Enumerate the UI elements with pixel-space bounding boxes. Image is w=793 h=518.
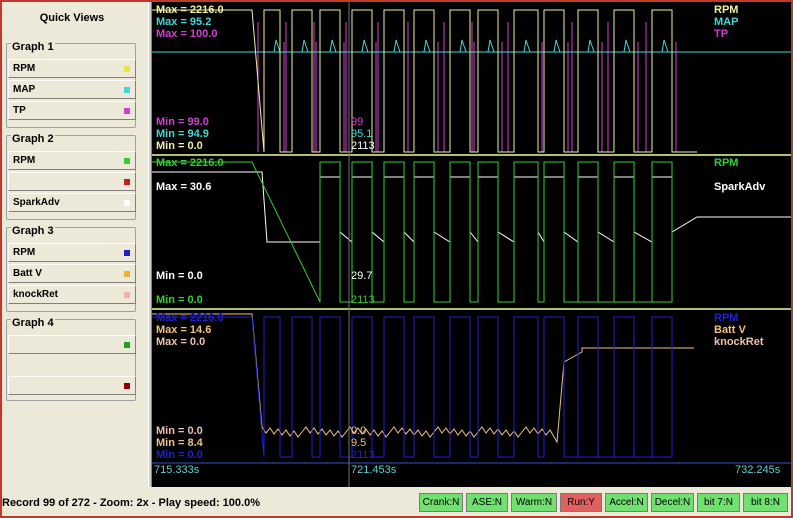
item-label: TP: [13, 105, 26, 116]
flag-decel: Decel:N: [651, 493, 694, 512]
item-label: knockRet: [13, 289, 59, 300]
graph-3-title: Graph 3: [11, 225, 55, 237]
time-end-label: 732.245s: [735, 464, 781, 476]
quick-views-panel: Quick Views Graph 1 RPM MAP TP Graph 2 R…: [2, 2, 148, 487]
color-swatch: [124, 271, 130, 277]
item-label: Batt V: [13, 268, 42, 279]
g1-cursor-value-tp: 99: [351, 116, 364, 128]
rpm-trace-g2: [152, 161, 673, 303]
color-swatch: [124, 179, 130, 185]
color-swatch: [124, 383, 130, 389]
flag-accel: Accel:N: [605, 493, 648, 512]
graph-2-rpm-item[interactable]: RPM: [8, 151, 136, 170]
g3-legend-battv: Batt V: [714, 324, 746, 336]
graph-1-map-item[interactable]: MAP: [8, 80, 136, 99]
g1-max-map: Max = 95.2: [156, 16, 212, 28]
graph-1-group: Graph 1 RPM MAP TP: [6, 41, 136, 128]
flag-crank: Crank:N: [419, 493, 463, 512]
graph-2-title: Graph 2: [11, 133, 55, 145]
graph-4-group: Graph 4: [6, 317, 136, 401]
tp-trace: [257, 22, 677, 152]
battv-trace: [152, 313, 694, 444]
record-status-text: Record 99 of 272 - Zoom: 2x - Play speed…: [2, 497, 260, 509]
g3-cursor-value-battv: 9.5: [351, 437, 367, 449]
rpm-trace-g3: [152, 316, 673, 458]
g1-min-1: Min = 99.0: [156, 116, 209, 128]
graph-1-rpm-item[interactable]: RPM: [8, 59, 136, 78]
g2-max-sparkadv: Max = 30.6: [156, 181, 212, 193]
datalog-graph-area[interactable]: Max = 2216.0 Max = 95.2 Max = 100.0 Min …: [152, 2, 791, 487]
quick-views-title: Quick Views: [39, 12, 105, 24]
status-bar: Record 99 of 272 - Zoom: 2x - Play speed…: [2, 487, 791, 516]
g3-min-3: Min = 0.0: [156, 449, 203, 461]
g1-max-rpm: Max = 2216.0: [156, 4, 224, 16]
time-cursor-label: 721.453s: [351, 464, 397, 476]
g3-legend-rpm: RPM: [714, 312, 739, 324]
g3-cursor-value-knockret: 0.0: [351, 425, 367, 437]
g3-cursor-value-rpm: 2113: [351, 449, 375, 461]
item-label: SparkAdv: [13, 197, 60, 208]
g3-max-knockret: Max = 0.0: [156, 336, 206, 348]
g3-min-1: Min = 0.0: [156, 425, 203, 437]
graph-4-title: Graph 4: [11, 317, 55, 329]
flag-ase: ASE:N: [466, 493, 508, 512]
g2-cursor-value-sparkadv: 29.7: [351, 270, 373, 282]
graph-2-sparkadv-item[interactable]: SparkAdv: [8, 193, 136, 212]
g3-max-battv: Max = 14.6: [156, 324, 212, 336]
g2-legend-sparkadv: SparkAdv: [714, 181, 766, 193]
color-swatch: [124, 292, 130, 298]
item-label: RPM: [13, 63, 36, 74]
flag-run: Run:Y: [560, 493, 602, 512]
g1-legend-map: MAP: [714, 16, 739, 28]
graph-4-empty-item-1[interactable]: [8, 335, 136, 354]
graph-1-tp-item[interactable]: TP: [8, 101, 136, 120]
graph-2-group: Graph 2 RPM SparkAdv: [6, 133, 136, 220]
g1-legend-rpm: RPM: [714, 4, 739, 16]
g1-cursor-value-map: 95.1: [351, 128, 373, 140]
color-swatch: [124, 200, 130, 206]
graph-3-rpm-item[interactable]: RPM: [8, 243, 136, 262]
g1-min-3: Min = 0.0: [156, 140, 203, 152]
rpm-trace-g1: [152, 9, 697, 153]
color-swatch: [124, 87, 130, 93]
g1-legend-tp: TP: [714, 28, 729, 40]
g2-cursor-value-rpm: 2113: [351, 294, 375, 306]
g1-min-2: Min = 94.9: [156, 128, 209, 140]
time-start-label: 715.333s: [154, 464, 200, 476]
flag-warm: Warm:N: [511, 493, 557, 512]
g3-legend-knockret: knockRet: [714, 336, 764, 348]
sparkadv-trace: [152, 171, 791, 244]
g2-min-1: Min = 0.0: [156, 270, 203, 282]
g1-cursor-value-rpm: 2113: [351, 140, 375, 152]
flag-bit8: bit 8:N: [743, 493, 788, 512]
color-swatch: [124, 66, 130, 72]
g2-min-2: Min = 0.0: [156, 294, 203, 306]
graph-traces: [152, 2, 791, 487]
graph-4-empty-item-2[interactable]: [8, 376, 136, 395]
flag-bit7: bit 7:N: [697, 493, 740, 512]
item-label: RPM: [13, 155, 36, 166]
g2-max-rpm: Max = 2216.0: [156, 157, 224, 169]
item-label: MAP: [13, 84, 36, 95]
color-swatch: [124, 250, 130, 256]
graph-1-title: Graph 1: [11, 41, 55, 53]
graph-3-group: Graph 3 RPM Batt V knockRet: [6, 225, 136, 312]
g3-max-rpm: Max = 2216.0: [156, 312, 224, 324]
color-swatch: [124, 108, 130, 114]
graph-3-battv-item[interactable]: Batt V: [8, 264, 136, 283]
item-label: RPM: [13, 247, 36, 258]
color-swatch: [124, 342, 130, 348]
g3-min-2: Min = 8.4: [156, 437, 203, 449]
graph-3-knockret-item[interactable]: knockRet: [8, 285, 136, 304]
g1-max-tp: Max = 100.0: [156, 28, 218, 40]
color-swatch: [124, 158, 130, 164]
graph-2-empty-item[interactable]: [8, 172, 136, 191]
g2-legend-rpm: RPM: [714, 157, 739, 169]
